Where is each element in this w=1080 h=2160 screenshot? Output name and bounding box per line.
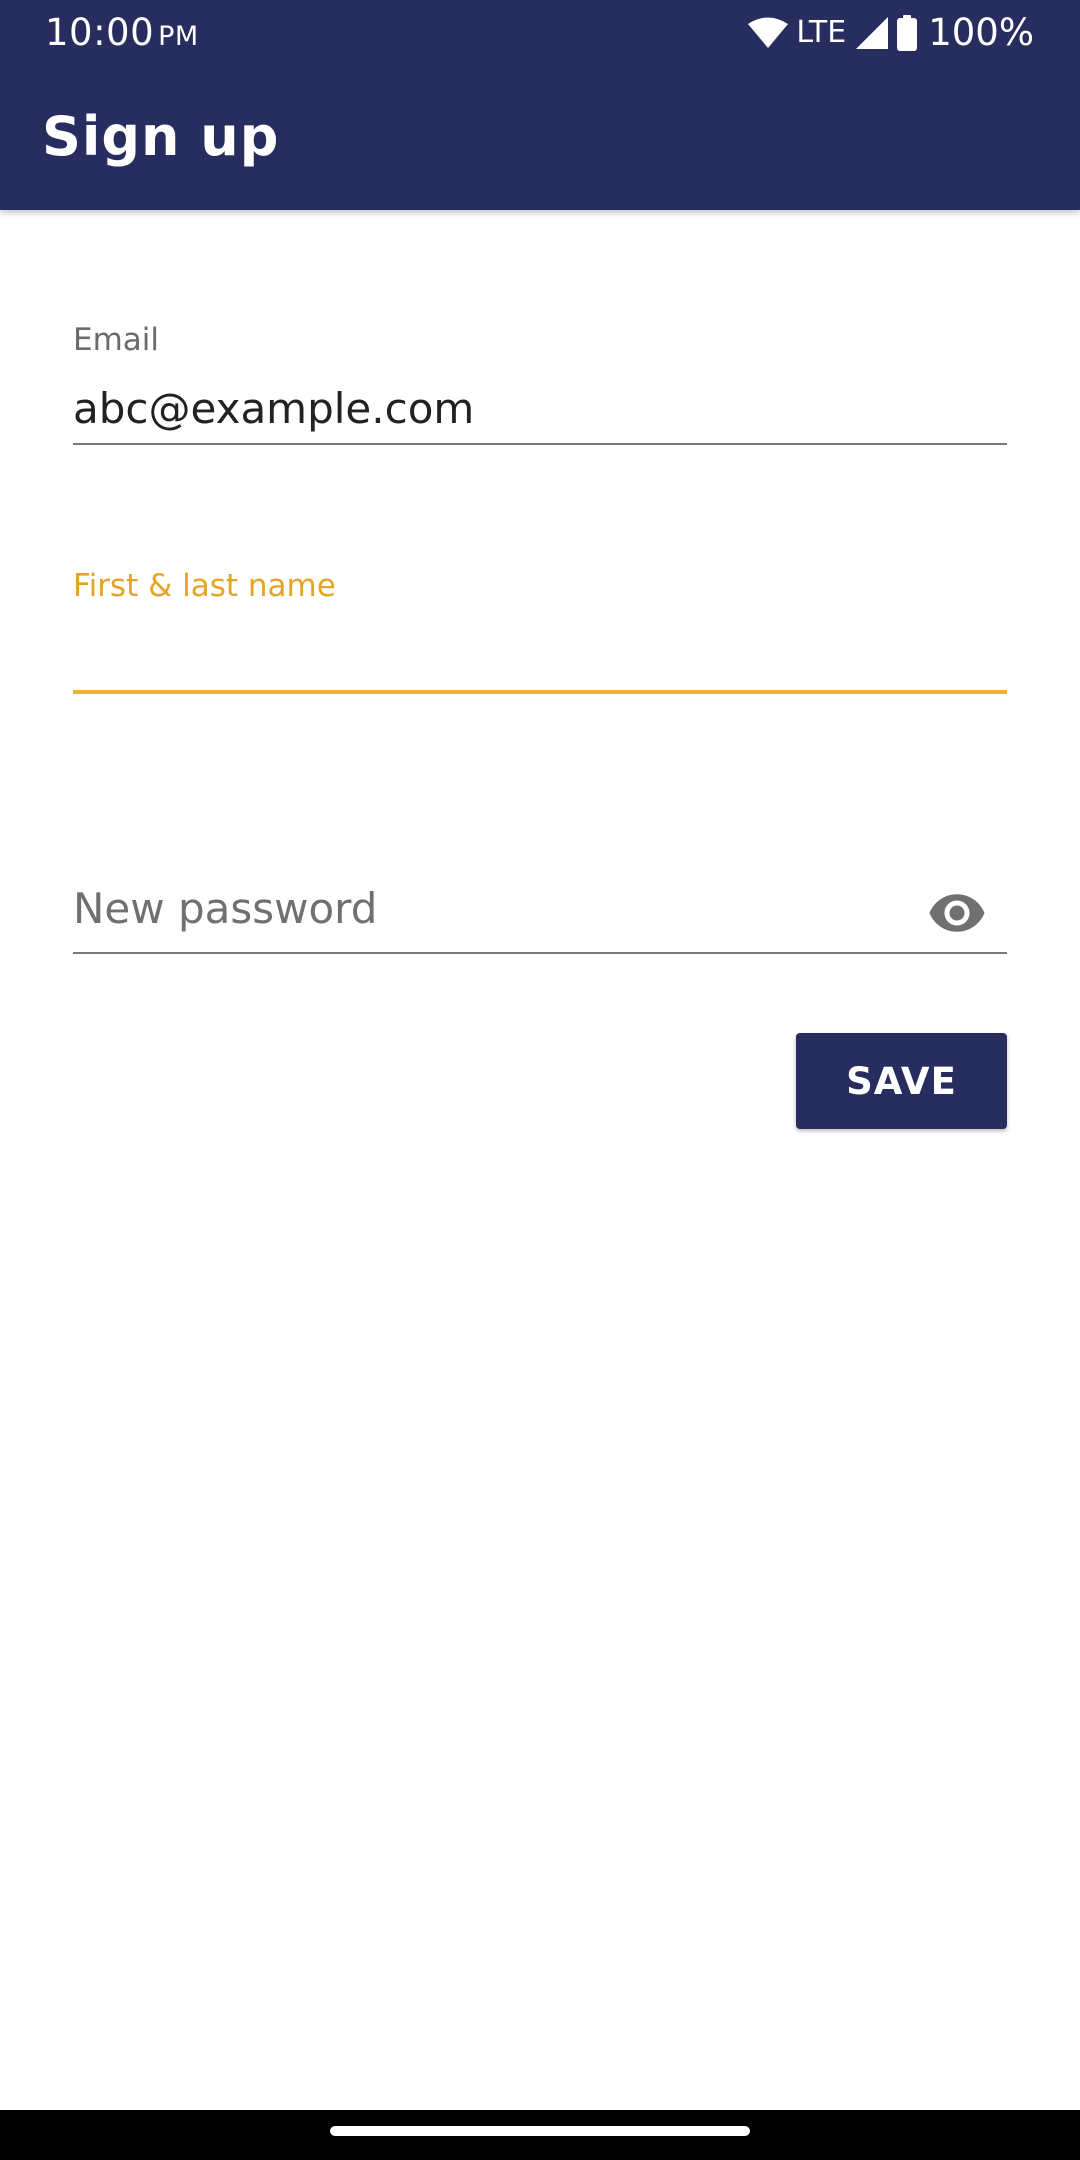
email-underline [73,443,1007,445]
email-field[interactable]: Email abc@example.com [73,320,1007,450]
home-gesture-handle[interactable] [330,2126,750,2136]
name-underline [73,690,1007,694]
save-button-label: SAVE [846,1059,957,1103]
battery-icon [897,15,918,51]
status-time-ampm: PM [158,21,199,52]
save-button[interactable]: SAVE [796,1033,1007,1129]
password-underline [73,952,1007,954]
name-label: First & last name [73,568,336,604]
app-bar: 10:00 PM LTE 100% Sign up [0,0,1080,210]
cell-signal-icon [856,17,889,49]
battery-percent: 100% [928,11,1034,54]
network-type-label: LTE [796,15,847,50]
password-field[interactable]: New password [73,880,1007,954]
password-input[interactable]: New password [73,882,377,936]
email-label: Email [73,322,160,358]
name-field[interactable]: First & last name [73,566,1007,698]
email-input[interactable]: abc@example.com [73,382,474,436]
status-time-value: 10:00 [45,11,155,54]
status-time: 10:00 PM [45,10,199,60]
status-icons: LTE 100% [748,10,1034,56]
visibility-eye-icon[interactable] [927,883,987,943]
status-bar: 10:00 PM LTE 100% [0,0,1080,66]
page-title: Sign up [42,105,280,168]
wifi-icon [748,17,789,48]
